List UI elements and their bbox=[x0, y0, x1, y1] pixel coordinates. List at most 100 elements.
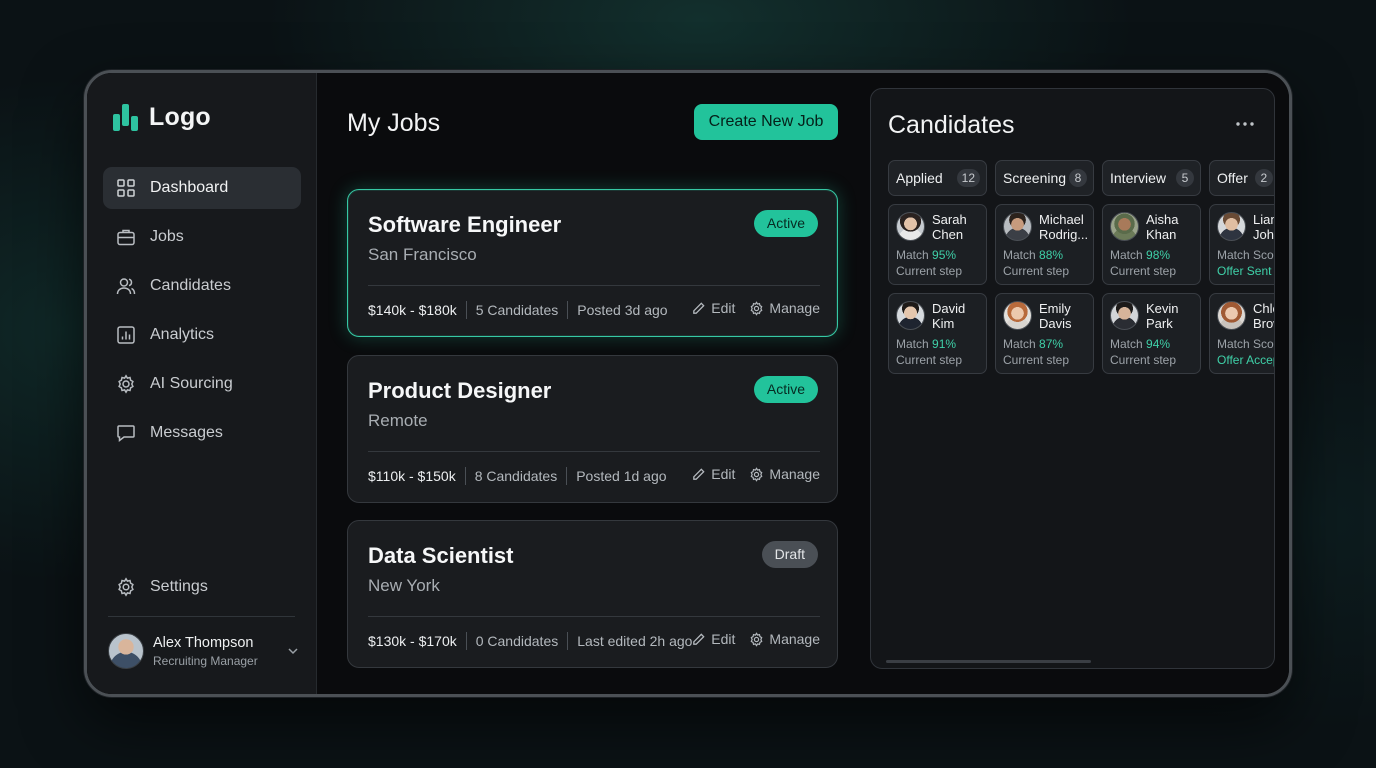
job-location: San Francisco bbox=[368, 245, 477, 264]
column-count: 2 bbox=[1254, 169, 1273, 187]
sidebar-item-label: AI Sourcing bbox=[150, 375, 233, 392]
horizontal-scrollbar[interactable] bbox=[886, 660, 1091, 663]
job-posted: Posted 3d ago bbox=[577, 302, 668, 318]
candidate-name: LiamJohnson bbox=[1253, 212, 1274, 242]
candidate-match: Match 95% bbox=[896, 248, 957, 262]
edit-button[interactable]: Edit bbox=[691, 300, 735, 316]
column-header[interactable]: Applied 12 bbox=[888, 160, 987, 196]
job-meta: $140k - $180k 5 Candidates Posted 3d ago bbox=[368, 301, 668, 319]
job-location: Remote bbox=[368, 411, 428, 430]
pipeline-column-applied: Applied 12 Sarah Chen Match 95% Current s… bbox=[888, 160, 987, 374]
avatar bbox=[896, 301, 925, 330]
job-divider bbox=[368, 285, 820, 286]
chevron-down-icon[interactable] bbox=[286, 644, 300, 658]
more-horizontal-icon[interactable] bbox=[1236, 122, 1254, 126]
create-job-button[interactable]: Create New Job bbox=[694, 104, 838, 140]
column-header[interactable]: Interview 5 bbox=[1102, 160, 1201, 196]
meta-separator bbox=[567, 301, 569, 319]
sidebar-item-ai-sourcing[interactable]: AI Sourcing bbox=[103, 363, 301, 405]
sidebar-item-analytics[interactable]: Analytics bbox=[103, 314, 301, 356]
candidate-card[interactable]: Michael Rodrig... Match 88% Current step bbox=[995, 204, 1094, 285]
column-name: Screening bbox=[1003, 170, 1067, 186]
manage-button[interactable]: Manage bbox=[749, 300, 820, 316]
avatar bbox=[1217, 301, 1246, 330]
job-title: Product Designer bbox=[368, 378, 552, 403]
pipeline-column-interview: Interview 5 Aisha Khan Match 98% Current … bbox=[1102, 160, 1201, 374]
job-candidate-count: 8 Candidates bbox=[474, 468, 558, 484]
sidebar: Logo Dashboard Jobs Candidates Analytics bbox=[87, 73, 317, 694]
briefcase-icon bbox=[117, 229, 135, 246]
avatar bbox=[1003, 301, 1032, 330]
gear-icon bbox=[750, 631, 763, 647]
user-role: Recruiting Manager bbox=[153, 653, 258, 668]
column-header[interactable]: Screening 8 bbox=[995, 160, 1094, 196]
job-divider bbox=[368, 451, 820, 452]
job-title: Data Scientist bbox=[368, 543, 514, 568]
settings-section: Settings bbox=[103, 566, 301, 615]
gear-icon bbox=[118, 577, 134, 597]
candidates-title: Candidates bbox=[888, 111, 1015, 139]
meta-separator bbox=[465, 301, 467, 319]
user-profile[interactable]: Alex Thompson Recruiting Manager bbox=[108, 633, 300, 669]
job-location: New York bbox=[368, 576, 440, 595]
sidebar-item-settings[interactable]: Settings bbox=[103, 566, 301, 608]
sidebar-divider bbox=[108, 616, 295, 617]
manage-label: Manage bbox=[769, 631, 820, 647]
avatar bbox=[1110, 301, 1139, 330]
candidate-match: Match 91% bbox=[896, 337, 957, 351]
avatar bbox=[1110, 212, 1139, 241]
candidate-name: Michael Rodrig... bbox=[1039, 212, 1089, 242]
job-actions: Edit Manage bbox=[691, 631, 820, 647]
gear-icon bbox=[750, 466, 763, 482]
candidate-name: David Kim bbox=[932, 301, 966, 331]
sidebar-nav: Dashboard Jobs Candidates Analytics AI S… bbox=[103, 167, 301, 461]
column-header[interactable]: Offer 2 bbox=[1209, 160, 1274, 196]
edit-label: Edit bbox=[711, 300, 736, 316]
meta-separator bbox=[567, 632, 569, 650]
candidate-card[interactable]: LiamJohnson Match Score Offer Sent bbox=[1209, 204, 1274, 285]
candidate-match: Match 87% bbox=[1003, 337, 1064, 351]
grid-icon bbox=[117, 179, 135, 197]
candidate-card[interactable]: Kevin Park Match 94% Current step bbox=[1102, 293, 1201, 374]
job-actions: Edit Manage bbox=[691, 466, 820, 482]
candidate-card[interactable]: Emily Davis Match 87% Current step bbox=[995, 293, 1094, 374]
job-card[interactable]: Software Engineer San Francisco Active $… bbox=[347, 189, 838, 337]
candidate-name: Kevin Park bbox=[1146, 301, 1179, 331]
logo[interactable]: Logo bbox=[113, 103, 211, 132]
manage-button[interactable]: Manage bbox=[749, 631, 820, 647]
job-title: Software Engineer bbox=[368, 212, 562, 237]
sidebar-item-candidates[interactable]: Candidates bbox=[103, 265, 301, 307]
column-count: 5 bbox=[1176, 169, 1194, 187]
manage-label: Manage bbox=[769, 466, 820, 482]
candidate-card[interactable]: Aisha Khan Match 98% Current step bbox=[1102, 204, 1201, 285]
edit-button[interactable]: Edit bbox=[691, 466, 735, 482]
candidate-match: Match 94% bbox=[1110, 337, 1171, 351]
sidebar-item-label: Settings bbox=[150, 578, 208, 595]
candidate-card[interactable]: David Kim Match 91% Current step bbox=[888, 293, 987, 374]
candidate-card[interactable]: ChloeBrown Match Score Offer Accepted bbox=[1209, 293, 1274, 374]
candidate-match: Match 98% bbox=[1110, 248, 1171, 262]
sidebar-item-dashboard[interactable]: Dashboard bbox=[103, 167, 301, 209]
gear-icon bbox=[750, 300, 763, 316]
column-name: Applied bbox=[896, 170, 943, 186]
manage-button[interactable]: Manage bbox=[749, 466, 820, 482]
avatar bbox=[1217, 212, 1246, 241]
pencil-icon bbox=[693, 467, 705, 480]
column-name: Offer bbox=[1217, 170, 1248, 186]
job-salary: $130k - $170k bbox=[368, 633, 457, 649]
job-salary: $140k - $180k bbox=[368, 302, 457, 318]
candidate-step: Current step bbox=[1003, 353, 1070, 367]
sidebar-item-jobs[interactable]: Jobs bbox=[103, 216, 301, 258]
candidate-step: Current step bbox=[896, 353, 963, 367]
sidebar-item-label: Analytics bbox=[150, 326, 215, 343]
job-posted: Posted 1d ago bbox=[576, 468, 667, 484]
sidebar-item-label: Dashboard bbox=[150, 179, 229, 196]
job-meta: $110k - $150k 8 Candidates Posted 1d ago bbox=[368, 467, 667, 485]
job-card[interactable]: Data Scientist New York Draft $130k - $1… bbox=[347, 520, 838, 668]
edit-button[interactable]: Edit bbox=[691, 631, 735, 647]
job-card[interactable]: Product Designer Remote Active $110k - $… bbox=[347, 355, 838, 503]
job-meta: $130k - $170k 0 Candidates Last edited 2… bbox=[368, 632, 692, 650]
candidate-match: Match Score bbox=[1217, 337, 1274, 351]
candidate-card[interactable]: Sarah Chen Match 95% Current step bbox=[888, 204, 987, 285]
sidebar-item-messages[interactable]: Messages bbox=[103, 412, 301, 454]
